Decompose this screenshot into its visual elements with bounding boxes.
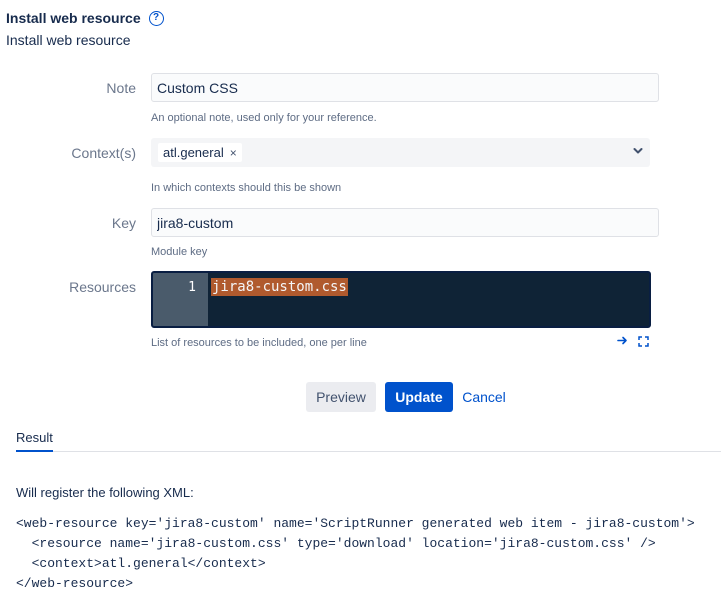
update-button[interactable]: Update	[385, 382, 453, 412]
page-title-text: Install web resource	[6, 10, 141, 26]
result-intro: Will register the following XML:	[16, 485, 194, 500]
chevron-down-icon[interactable]	[633, 147, 643, 155]
key-input[interactable]	[151, 208, 659, 237]
tab-result[interactable]: Result	[16, 430, 53, 450]
remove-tag-icon[interactable]: ×	[230, 146, 237, 160]
xml-line: <resource name='jira8-custom.css' type='…	[16, 536, 656, 551]
contexts-select[interactable]: atl.general ×	[151, 138, 650, 167]
context-tag: atl.general ×	[158, 143, 242, 162]
contexts-hint: In which contexts should this be shown	[151, 182, 342, 194]
help-icon[interactable]: ?	[148, 10, 164, 26]
resources-label: Resources	[69, 279, 136, 295]
context-tag-label: atl.general	[163, 145, 224, 160]
editor-gutter: 1	[153, 273, 208, 326]
xml-line: <web-resource key='jira8-custom' name='S…	[16, 516, 695, 531]
page-subtitle: Install web resource	[6, 32, 131, 48]
preview-button[interactable]: Preview	[306, 382, 376, 412]
resources-editor[interactable]: 1 jira8-custom.css	[151, 271, 651, 328]
xml-line: <context>atl.general</context>	[16, 556, 266, 571]
page-title: Install web resource ?	[6, 10, 164, 26]
tab-active-indicator	[16, 450, 53, 452]
note-label: Note	[106, 80, 136, 96]
key-label: Key	[111, 215, 136, 231]
contexts-label: Context(s)	[71, 145, 136, 161]
xml-line: </web-resource>	[16, 576, 134, 591]
cancel-button[interactable]: Cancel	[459, 382, 509, 412]
note-hint: An optional note, used only for your ref…	[151, 112, 377, 124]
tab-divider	[16, 451, 721, 452]
arrow-right-icon[interactable]	[617, 335, 628, 346]
key-hint: Module key	[151, 246, 208, 258]
line-number: 1	[188, 280, 196, 295]
fullscreen-icon[interactable]	[638, 336, 649, 347]
note-input[interactable]	[151, 73, 659, 102]
code-line[interactable]: jira8-custom.css	[211, 278, 348, 296]
resources-hint: List of resources to be included, one pe…	[151, 337, 367, 349]
xml-output: <web-resource key='jira8-custom' name='S…	[16, 514, 695, 594]
